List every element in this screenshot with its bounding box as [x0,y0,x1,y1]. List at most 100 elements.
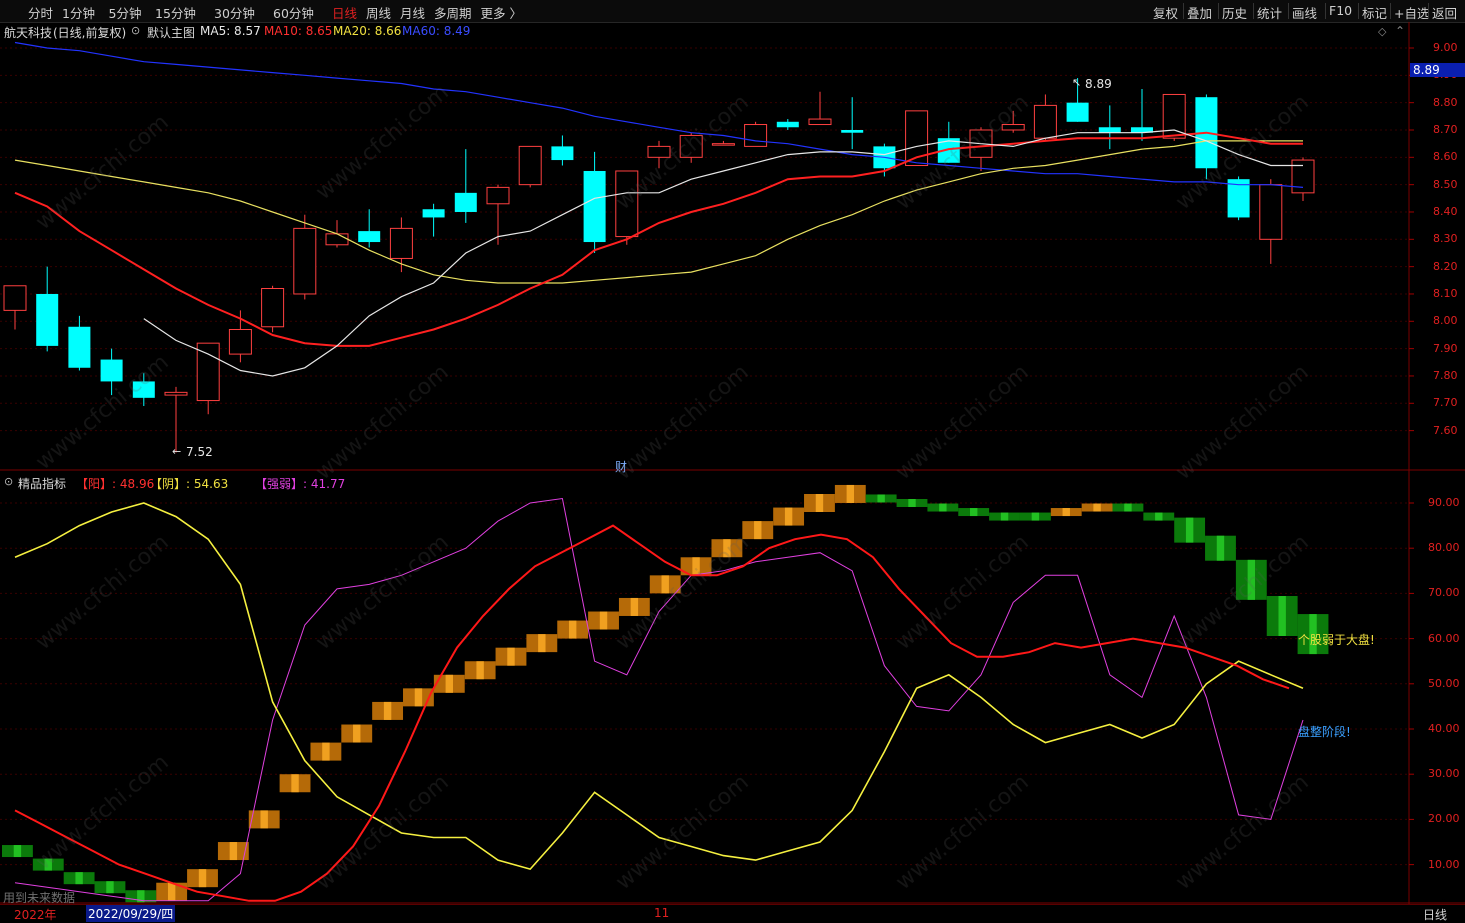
candle-body-down [358,231,381,243]
candle-body-up [711,143,735,146]
candle-body-up [744,124,768,147]
month-label: 11 [654,906,670,920]
price-tick-label: 8.30 [1433,232,1458,246]
price-tick-label: 8.70 [1433,122,1458,136]
indicator-tick-label: 10.00 [1428,857,1460,871]
candle-body-up [486,186,510,205]
indicator-bar-highlight [630,597,639,616]
price-tick-label: 7.80 [1433,368,1458,382]
low-marker-icon: ← [172,445,182,458]
indicator-bar-highlight [383,701,392,720]
candle-body-up [261,288,285,328]
ma5-line [143,129,1303,377]
indicator-tick-label: 40.00 [1428,722,1460,735]
high-price-label: 8.89 [1085,77,1112,91]
indicator-bar-highlight [538,634,546,653]
candle-body-up [679,134,703,158]
finance-marker[interactable]: 财 [615,458,627,475]
candle-body-down [422,209,445,218]
price-tick-label: 7.60 [1433,423,1458,437]
weak-note: 个股弱于大盘! [1298,633,1375,647]
candle-body-down [841,129,864,133]
price-tick-label: 8.50 [1433,177,1458,191]
time-axis-bar: 2022年 2022/09/29/四 11 日线 [0,904,1465,922]
indicator-tick-label: 60.00 [1428,631,1460,645]
indicator-bar-highlight [353,724,361,743]
strength-line [14,497,1304,902]
indicator-bar-highlight [1062,508,1070,517]
indicator-bar-highlight [291,774,299,793]
candle-body-up [196,342,220,402]
indicator-bar-highlight [908,499,916,507]
indicator-bar-highlight [106,881,114,894]
indicator-bar-highlight [414,688,423,707]
candle-body-down [551,146,574,161]
indicator-bar-highlight [939,503,947,512]
price-tick-label: 8.10 [1433,286,1458,300]
indicator-bar-highlight [1185,517,1194,543]
indicator-bar-highlight [1216,535,1225,561]
indicator-tick-label: 70.00 [1428,586,1460,600]
indicator-bar-highlight [692,557,700,576]
indicator-bar-highlight [229,842,238,861]
indicator-bar-highlight [661,575,669,594]
indicator-bar-highlight [1247,559,1256,600]
price-tick-label: 8.20 [1433,259,1458,273]
candle-body-up [1033,104,1057,139]
indicator-bar-highlight [1278,596,1286,636]
indicator-bar-highlight [1093,503,1101,512]
consolidation-note: 盘整阶段! [1298,725,1351,739]
chart-canvas[interactable] [0,0,1465,921]
indicator-bar-highlight [13,845,22,858]
indicator-tick-label: 20.00 [1428,812,1460,826]
candle-body-down [68,326,91,368]
indicator-bar-highlight [75,872,83,885]
price-tick-label: 8.40 [1433,204,1458,218]
candle-body-down [100,359,123,382]
candle-body-up [518,145,542,186]
indicator-bar-highlight [815,494,824,512]
candle-body-up [325,233,349,246]
candle-body-up [389,227,413,259]
indicator-bar-highlight [1000,512,1009,521]
candle-body-up [1001,124,1025,131]
indicator-bar-highlight [1031,512,1040,521]
candle-body-down [132,381,155,398]
candle-body-up [615,170,639,238]
indicator-bar-highlight [723,539,731,558]
indicator-bar-highlight [44,858,52,871]
indicator-tick-label: 80.00 [1428,541,1460,555]
candle-body-down [454,192,477,212]
indicator-bar-highlight [784,507,793,526]
current-price-tag: 8.89 [1410,63,1465,77]
candle-body-down [1098,127,1121,133]
indicator-bar-highlight [1155,512,1163,521]
indicator-tick-label: 90.00 [1428,496,1460,509]
candle-body-up [808,118,832,126]
indicator-bar-highlight [507,647,515,666]
price-tick-label: 7.90 [1433,341,1458,355]
price-tick-label: 8.60 [1433,150,1458,164]
candle-body-up [647,145,671,158]
indicator-bar-highlight [877,494,885,503]
price-tick-label: 7.70 [1433,396,1458,410]
indicator-tick-label: 50.00 [1428,676,1460,690]
low-price-label: 7.52 [186,445,213,459]
cursor-date: 2022/09/29/四 [86,905,176,922]
indicator-bar-highlight [846,484,855,503]
indicator-bar-highlight [260,810,268,829]
candle-body-up [228,328,252,355]
year-label: 2022年 [14,908,57,922]
price-tick-label: 8.80 [1433,95,1458,109]
candle-body-down [36,293,59,346]
price-tick-label: 8.00 [1433,314,1458,328]
period-label[interactable]: 日线 [1423,906,1447,923]
indicator-bar-highlight [445,674,453,693]
candle-body-up [1162,93,1186,139]
indicator-bar-highlight [599,611,608,630]
candle-body-up [164,391,188,396]
indicator-bar-highlight [476,661,484,680]
candle-body-down [1066,102,1089,122]
candle-body-down [583,170,606,243]
indicator-bar-highlight [754,521,762,540]
